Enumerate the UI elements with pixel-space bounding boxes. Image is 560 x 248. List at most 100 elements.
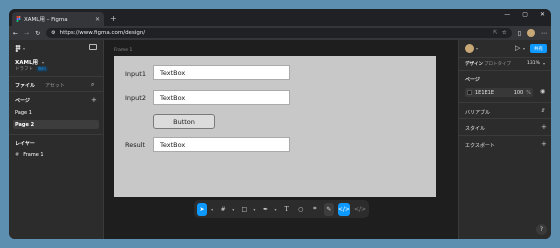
frame-tool-icon[interactable]: # — [218, 203, 228, 216]
comment-tool-icon[interactable]: ○ — [296, 203, 306, 216]
tab-design[interactable]: デザイン — [465, 61, 483, 67]
draw-mode-icon[interactable]: </> — [354, 203, 366, 216]
minimize-button[interactable]: — — [504, 11, 510, 18]
tab-bar: XAML用 – Figma ✕ + — ▢ ✕ — [9, 9, 551, 26]
page-item-selected[interactable]: Page 2 — [13, 120, 99, 129]
help-button[interactable]: ? — [536, 224, 547, 235]
tab-assets[interactable]: アセット — [45, 82, 65, 89]
divider — [459, 57, 551, 58]
page-item[interactable]: Page 1 — [13, 108, 99, 117]
back-icon[interactable]: ← — [13, 30, 18, 37]
color-swatch — [467, 90, 472, 95]
input1-textbox[interactable]: TextBox — [153, 65, 290, 80]
design-mode-icon[interactable]: ✎ — [323, 202, 334, 216]
pen-tool-icon[interactable]: ✒ — [260, 203, 270, 216]
window-controls: — ▢ ✕ — [504, 11, 545, 18]
file-meta: ドラフト 無料 — [15, 66, 48, 72]
bottom-toolbar: ➤ ▾ # ▾ □ ▾ ✒ ▾ T ○ ⌗ ✎ </> </> — [194, 200, 369, 218]
left-panel: ▾ XAML用 ▾ ドラフト 無料 ファイル アセット ⌕ ページ + Page… — [9, 40, 104, 239]
divider — [9, 134, 104, 135]
frame-1[interactable]: Input1 TextBox Input2 TextBox Button Res… — [114, 56, 436, 197]
browser-menu-icon[interactable]: ⋯ — [541, 30, 547, 37]
frame-label[interactable]: Frame 1 — [114, 48, 132, 53]
rectangle-tool-icon[interactable]: □ — [239, 203, 249, 216]
chevron-down-icon[interactable]: ▾ — [232, 207, 235, 212]
variables-settings-icon[interactable]: ⇵ — [541, 108, 545, 114]
input2-label: Input2 — [125, 94, 146, 102]
divider — [9, 76, 104, 77]
profile-avatar[interactable] — [527, 29, 535, 37]
zoom-level[interactable]: 131% — [527, 61, 540, 66]
divider — [9, 91, 104, 92]
chevron-down-icon: ▾ — [476, 46, 479, 51]
site-info-icon[interactable]: ⚙ — [51, 30, 55, 36]
chevron-down-icon[interactable]: ▾ — [543, 61, 545, 66]
layer-label: Frame 1 — [23, 152, 44, 158]
panel-toggle-icon[interactable] — [89, 44, 97, 50]
result-label: Result — [125, 141, 146, 149]
address-bar: ← → ↻ ⚙ https://www.figma.com/design/ ⇱ … — [9, 26, 551, 40]
background-opacity[interactable]: 100 — [514, 90, 524, 96]
actions-tool-icon[interactable]: ⌗ — [310, 203, 320, 216]
layers-heading: レイヤー — [15, 141, 35, 147]
url-field[interactable]: ⚙ https://www.figma.com/design/ ⇱ ☆ — [46, 28, 512, 38]
button[interactable]: Button — [153, 114, 215, 129]
chevron-down-icon[interactable]: ▾ — [523, 46, 525, 51]
result-textbox[interactable]: TextBox — [153, 137, 290, 152]
figma-icon — [16, 16, 21, 22]
canvas[interactable]: Frame 1 Input1 TextBox Input2 TextBox Bu… — [104, 40, 458, 239]
bookmark-star-icon[interactable]: ☆ — [502, 30, 507, 36]
plan-badge[interactable]: 無料 — [36, 66, 48, 72]
user-avatar — [465, 44, 474, 53]
tab-close-icon[interactable]: ✕ — [95, 16, 100, 23]
add-style-icon[interactable]: + — [541, 123, 547, 131]
page-label: Page 1 — [15, 109, 32, 116]
frame-icon: # — [15, 152, 20, 158]
right-panel: ▾ ▷ ▾ 共有 デザイン プロトタイプ 131% ▾ ページ 1E1E1E 1… — [458, 40, 551, 239]
variables-heading[interactable]: バリアブル — [465, 109, 490, 116]
divider — [459, 102, 551, 103]
file-location: ドラフト — [15, 67, 33, 72]
new-tab-button[interactable]: + — [110, 12, 117, 26]
input2-textbox[interactable]: TextBox — [153, 90, 290, 105]
percent-sign: % — [526, 89, 531, 96]
export-heading[interactable]: エクスポート — [465, 142, 495, 149]
user-menu[interactable]: ▾ — [465, 44, 478, 53]
file-name-row[interactable]: XAML用 ▾ — [15, 58, 44, 67]
browser-window: XAML用 – Figma ✕ + — ▢ ✕ ← → ↻ ⚙ https://… — [9, 9, 551, 239]
add-export-icon[interactable]: + — [541, 140, 547, 148]
present-play-icon[interactable]: ▷ — [515, 44, 520, 52]
background-fill-field[interactable]: 1E1E1E 100 % — [465, 88, 533, 97]
url-text: https://www.figma.com/design/ — [59, 30, 146, 36]
visibility-eye-icon[interactable]: ◉ — [540, 88, 545, 95]
text-tool-icon[interactable]: T — [282, 203, 292, 216]
browser-tab[interactable]: XAML用 – Figma ✕ — [12, 12, 104, 26]
tab-prototype[interactable]: プロトタイプ — [484, 61, 511, 67]
extensions-icon[interactable]: ▯ — [518, 30, 521, 37]
share-button[interactable]: 共有 — [530, 44, 547, 53]
move-tool-icon[interactable]: ➤ — [197, 202, 208, 216]
tab-title: XAML用 – Figma — [24, 17, 68, 23]
share-page-icon[interactable]: ⇱ — [493, 30, 498, 36]
reload-icon[interactable]: ↻ — [35, 30, 40, 37]
chevron-down-icon[interactable]: ▾ — [275, 207, 278, 212]
chevron-down-icon: ▾ — [23, 46, 26, 51]
search-icon[interactable]: ⌕ — [91, 81, 94, 89]
styles-heading[interactable]: スタイル — [465, 125, 485, 132]
chevron-down-icon[interactable]: ▾ — [211, 207, 214, 212]
layer-item[interactable]: # Frame 1 — [15, 152, 44, 158]
file-name: XAML用 — [15, 60, 38, 66]
close-window-button[interactable]: ✕ — [540, 11, 545, 18]
page-label: Page 2 — [15, 121, 35, 128]
left-tabs: ファイル アセット — [15, 82, 65, 89]
chevron-down-icon[interactable]: ▾ — [253, 207, 256, 212]
chevron-down-icon: ▾ — [41, 59, 44, 65]
main-menu[interactable]: ▾ — [15, 45, 25, 52]
divider — [459, 135, 551, 136]
tab-file[interactable]: ファイル — [15, 82, 35, 89]
forward-icon[interactable]: → — [24, 30, 29, 37]
background-hex: 1E1E1E — [475, 89, 495, 96]
dev-mode-icon[interactable]: </> — [337, 202, 350, 216]
add-page-icon[interactable]: + — [91, 96, 97, 104]
maximize-button[interactable]: ▢ — [522, 11, 528, 18]
